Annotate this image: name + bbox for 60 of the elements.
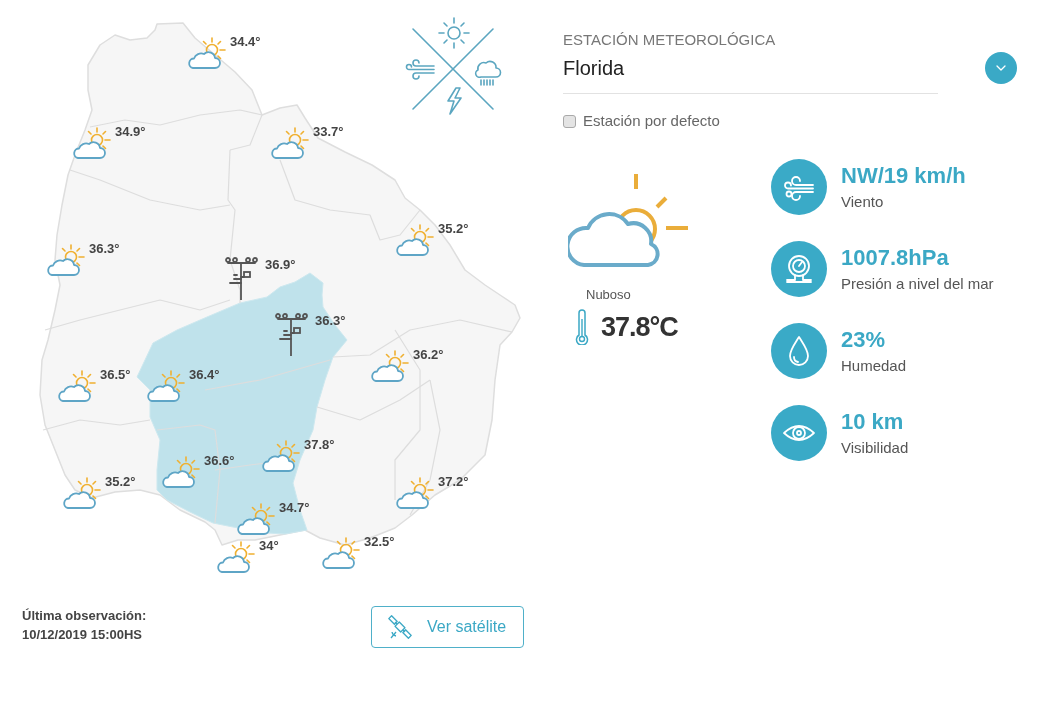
stat-value: 23% (841, 326, 887, 353)
partly-cloudy-icon (370, 350, 410, 383)
temperature-label: 34.7° (279, 500, 310, 516)
partly-cloudy-icon (568, 172, 690, 269)
condition-label: Nuboso (586, 286, 631, 304)
partly-cloudy-icon (161, 456, 201, 489)
partly-cloudy-icon (57, 370, 97, 403)
partly-cloudy-icon (270, 127, 310, 160)
water-drop-icon (771, 323, 827, 379)
temperature-label: 36.3° (315, 313, 346, 329)
stat-label: Visibilidad (841, 437, 909, 458)
temperature-label: 36.9° (265, 257, 296, 273)
temperature-label: 34.9° (115, 124, 146, 140)
temperature-label: 36.2° (413, 347, 444, 363)
temperature-value: 37.8°C (601, 311, 678, 344)
temperature-label: 35.2° (438, 221, 469, 237)
stat-label: Presión a nivel del mar (841, 273, 994, 294)
weather-emblem-icon (404, 15, 504, 115)
wind-icon (771, 159, 827, 215)
station-select[interactable]: Florida (563, 50, 938, 94)
satellite-icon (387, 614, 413, 640)
observation-time: 10/12/2019 15:00HS (22, 626, 143, 644)
weather-station-icon (275, 313, 308, 356)
partly-cloudy-icon (216, 541, 256, 574)
thermometer-icon (575, 309, 589, 345)
checkbox-label: Estación por defecto (583, 111, 720, 131)
partly-cloudy-icon (72, 127, 112, 160)
temperature-label: 36.4° (189, 367, 220, 383)
stat-label: Humedad (841, 355, 907, 376)
section-label: ESTACIÓN METEOROLÓGICA (563, 30, 777, 50)
stat-value: NW/19 km/h (841, 162, 966, 189)
temperature-label: 36.6° (204, 453, 235, 469)
temperature-label: 34.4° (230, 34, 261, 50)
partly-cloudy-icon (46, 244, 86, 277)
temperature-label: 36.5° (100, 367, 131, 383)
partly-cloudy-icon (321, 537, 361, 570)
temperature-label: 36.3° (89, 241, 120, 257)
checkbox[interactable] (563, 114, 576, 128)
temperature-label: 37.2° (438, 474, 469, 490)
stat-value: 10 km (841, 408, 905, 435)
partly-cloudy-icon (261, 440, 301, 473)
partly-cloudy-icon (236, 503, 276, 536)
observation-label: Última observación: (22, 607, 148, 625)
temperature-label: 34° (259, 538, 279, 554)
dropdown-button[interactable] (985, 52, 1017, 84)
eye-icon (771, 405, 827, 461)
partly-cloudy-icon (395, 477, 435, 510)
temperature-label: 37.8° (304, 437, 335, 453)
temperature-label: 33.7° (313, 124, 344, 140)
partly-cloudy-icon (395, 224, 435, 257)
chevron-down-icon (996, 65, 1006, 71)
pressure-gauge-icon (771, 241, 827, 297)
partly-cloudy-icon (62, 477, 102, 510)
temperature-label: 32.5° (364, 534, 395, 550)
stat-value: 1007.8hPa (841, 244, 950, 271)
weather-station-icon (225, 257, 258, 300)
stat-label: Viento (841, 191, 885, 212)
temperature-label: 35.2° (105, 474, 136, 490)
partly-cloudy-icon (187, 37, 227, 70)
partly-cloudy-icon (146, 370, 186, 403)
